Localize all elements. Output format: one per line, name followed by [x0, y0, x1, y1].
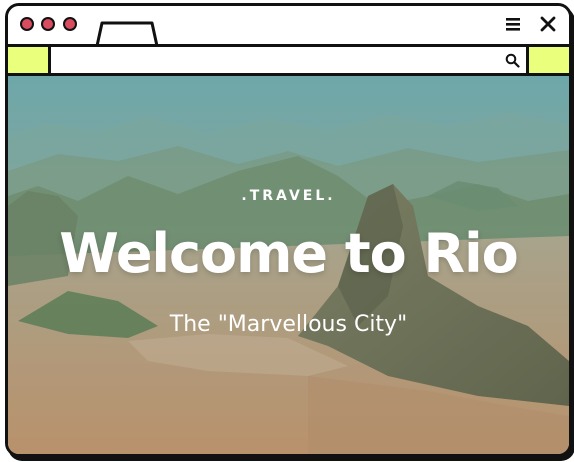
url-input[interactable] — [51, 47, 526, 73]
maximize-window-dot[interactable] — [63, 17, 77, 31]
browser-tab[interactable] — [95, 21, 161, 46]
title-bar — [8, 6, 569, 46]
hero-kicker: .TRAVEL. — [241, 188, 336, 204]
hero-section: .TRAVEL. Welcome to Rio The "Marvellous … — [8, 76, 569, 454]
close-window-dot[interactable] — [20, 17, 34, 31]
hero-text-block: .TRAVEL. Welcome to Rio The "Marvellous … — [8, 76, 569, 454]
close-icon[interactable] — [539, 15, 557, 33]
hamburger-menu-icon[interactable] — [504, 15, 522, 33]
hero-subtitle: The "Marvellous City" — [169, 312, 408, 337]
nav-button-left[interactable] — [8, 47, 51, 73]
search-icon[interactable] — [505, 53, 520, 68]
nav-button-right[interactable] — [526, 47, 569, 73]
browser-window: .TRAVEL. Welcome to Rio The "Marvellous … — [5, 3, 572, 457]
minimize-window-dot[interactable] — [41, 17, 55, 31]
address-bar — [8, 44, 569, 76]
hero-headline: Welcome to Rio — [59, 222, 518, 285]
